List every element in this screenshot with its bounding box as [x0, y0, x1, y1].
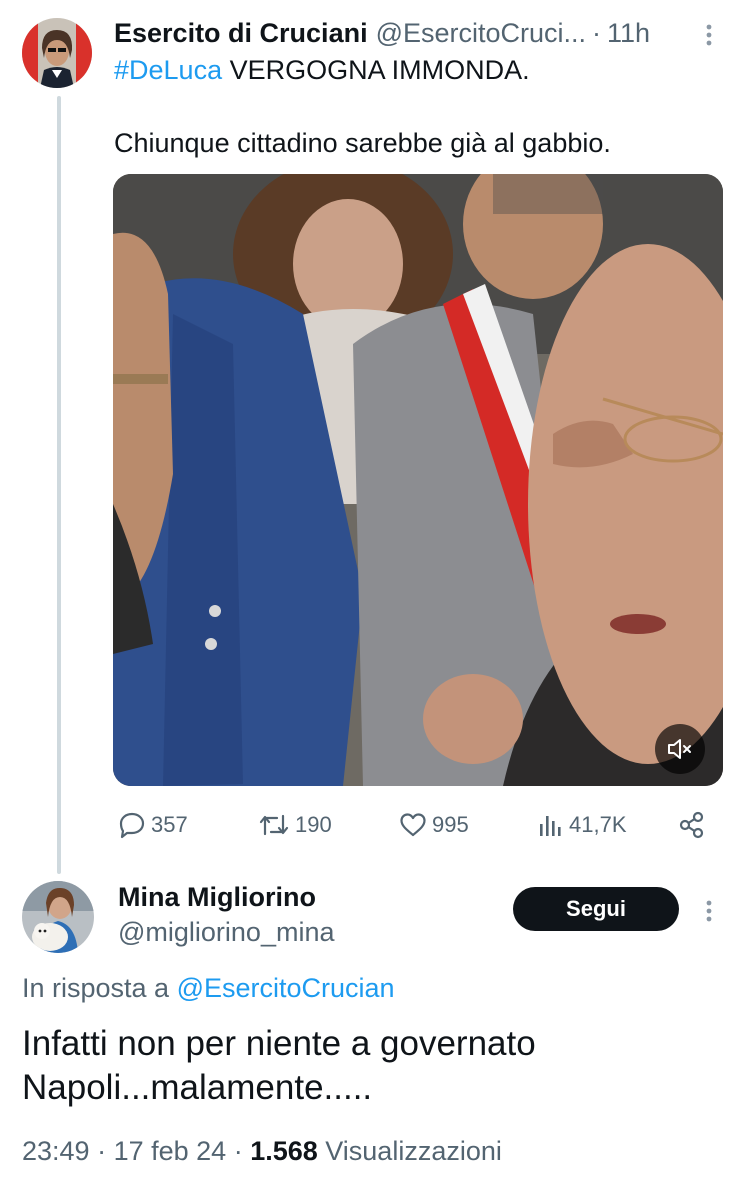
views-button[interactable]: 41,7K [537, 805, 627, 845]
header-separator: · [592, 17, 602, 48]
reply-text: Infatti non per niente a governato Napol… [22, 1022, 722, 1110]
share-button[interactable] [677, 805, 711, 845]
tweet-text-line1: VERGOGNA IMMONDA. [222, 55, 530, 85]
like-count: 995 [432, 812, 469, 837]
retweet-button[interactable]: 190 [257, 805, 332, 845]
reply-meta: 23:49 · 17 feb 24 · 1.568 Visualizzazion… [22, 1133, 502, 1169]
video-frame [113, 174, 723, 786]
reply-author-name[interactable]: Mina Migliorino [118, 879, 316, 915]
reply-button[interactable]: 357 [117, 805, 188, 845]
tweet-text-line2: Chiunque cittadino sarebbe già al gabbio… [114, 128, 611, 158]
meta-separator: · [89, 1136, 114, 1166]
hashtag-link[interactable]: #DeLuca [114, 55, 222, 85]
avatar-image [22, 881, 94, 953]
analytics-icon [540, 816, 561, 836]
tweet-time[interactable]: 11h [607, 18, 650, 49]
tweet-actions-bar: 357 190 995 41,7K [113, 805, 725, 845]
heart-icon [400, 813, 426, 837]
reply-mention-link[interactable]: @EsercitoCrucian [177, 973, 395, 1003]
author-avatar[interactable] [22, 18, 92, 88]
reply-text-line2: Napoli...malamente..... [22, 1068, 373, 1107]
retweet-icon [259, 814, 289, 836]
like-button[interactable]: 995 [398, 805, 469, 845]
speaker-muted-icon [668, 739, 691, 759]
meta-separator: · [226, 1136, 251, 1166]
reply-views-count: 1.568 [250, 1136, 318, 1166]
views-count: 41,7K [569, 812, 627, 837]
author-handle[interactable]: @EsercitoCruci... [376, 18, 586, 49]
reply-time[interactable]: 23:49 [22, 1136, 90, 1166]
reply-text-line1: Infatti non per niente a governato [22, 1024, 536, 1063]
more-options-icon[interactable] [697, 896, 721, 926]
reply-prefix: In risposta a [22, 973, 177, 1003]
follow-button[interactable]: Segui [513, 887, 679, 931]
retweet-count: 190 [295, 812, 332, 837]
avatar-image [22, 18, 92, 88]
more-options-icon[interactable] [697, 20, 721, 50]
share-icon [679, 811, 704, 839]
author-name[interactable]: Esercito di Cruciani [114, 18, 368, 49]
reply-count: 357 [151, 812, 188, 837]
reply-views-label: Visualizzazioni [317, 1136, 502, 1166]
thread-connector-line [57, 96, 61, 874]
reply-author-handle[interactable]: @migliorino_mina [118, 914, 335, 950]
tweet-video[interactable] [113, 174, 723, 786]
reply-author-avatar[interactable] [22, 881, 94, 953]
reply-icon [119, 812, 145, 839]
reply-date[interactable]: 17 feb 24 [114, 1136, 227, 1166]
tweet-text: #DeLuca VERGOGNA IMMONDA. Chiunque citta… [114, 52, 724, 162]
tweet-header: Esercito di Cruciani @EsercitoCruci... ·… [114, 14, 650, 52]
reply-context: In risposta a @EsercitoCrucian [22, 970, 395, 1006]
mute-toggle-button[interactable] [655, 724, 705, 774]
